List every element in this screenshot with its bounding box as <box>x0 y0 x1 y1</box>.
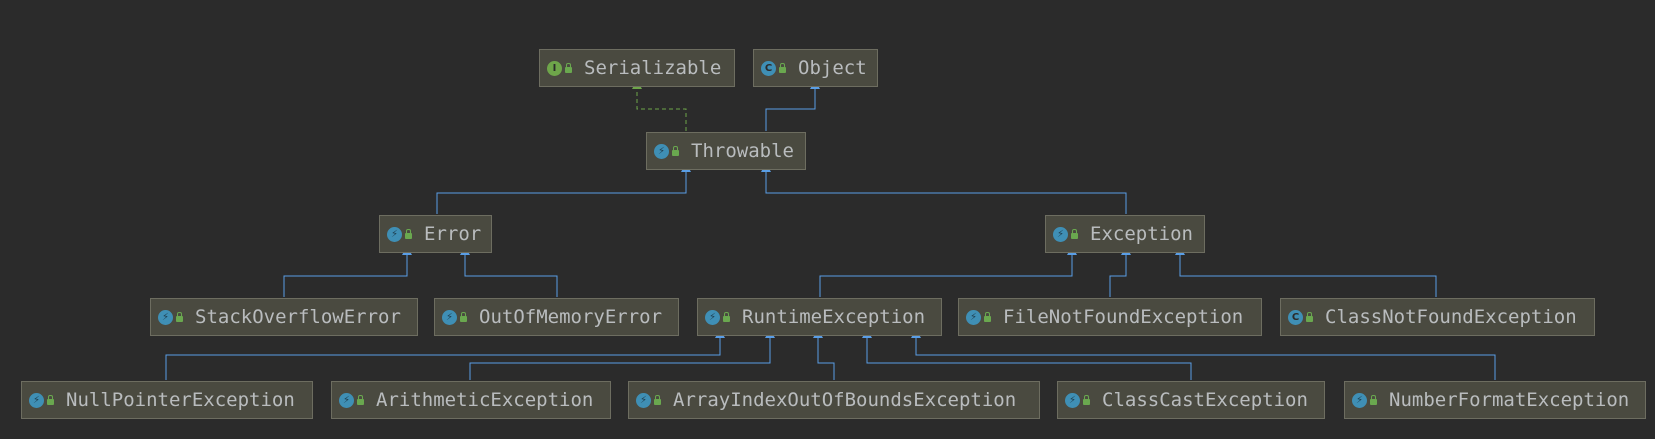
node-runtimeexception[interactable]: ⚡ RuntimeException <box>697 298 942 336</box>
edge-throwable-extends-object <box>765 80 820 131</box>
lock-icon <box>460 312 467 322</box>
node-classnotfoundexception[interactable]: C ClassNotFoundException <box>1280 298 1595 336</box>
edge-runtimeexception-extends-exception <box>819 246 1077 297</box>
lock-icon <box>176 312 183 322</box>
interface-icon: I <box>547 60 562 76</box>
node-label: StackOverflowError <box>195 306 401 328</box>
node-label: ClassNotFoundException <box>1325 306 1577 328</box>
class-icon: C <box>761 60 776 76</box>
throwable-class-icon: ⚡ <box>705 309 720 325</box>
node-filenotfoundexception[interactable]: ⚡ FileNotFoundException <box>958 298 1262 336</box>
node-label: FileNotFoundException <box>1003 306 1244 328</box>
class-icon: C <box>1288 309 1303 325</box>
edge-outofmemoryerror-extends-error <box>460 246 558 297</box>
node-object[interactable]: C Object <box>753 49 878 87</box>
lock-icon <box>654 395 661 405</box>
throwable-class-icon: ⚡ <box>29 392 44 408</box>
edge-error-extends-throwable <box>436 163 691 214</box>
edge-filenotfoundexception-extends-exception <box>1109 246 1131 297</box>
throwable-class-icon: ⚡ <box>1053 226 1068 242</box>
node-label: OutOfMemoryError <box>479 306 663 328</box>
node-nullpointerexception[interactable]: ⚡ NullPointerException <box>21 381 313 419</box>
node-exception[interactable]: ⚡ Exception <box>1045 215 1205 253</box>
node-label: ArrayIndexOutOfBoundsException <box>673 389 1017 411</box>
node-outofmemoryerror[interactable]: ⚡ OutOfMemoryError <box>434 298 679 336</box>
lock-icon <box>984 312 991 322</box>
lock-icon <box>779 63 786 73</box>
node-label: ClassCastException <box>1102 389 1308 411</box>
edge-arithmeticexception-extends-runtimeexception <box>469 329 775 380</box>
lock-icon <box>723 312 730 322</box>
node-error[interactable]: ⚡ Error <box>379 215 492 253</box>
node-label: Object <box>798 57 867 79</box>
node-label: Serializable <box>584 57 722 79</box>
edge-nullpointerexception-extends-runtimeexception <box>165 329 725 380</box>
throwable-class-icon: ⚡ <box>654 143 669 159</box>
node-label: Error <box>424 223 482 245</box>
lock-icon <box>565 63 572 73</box>
edge-numberformatexception-extends-runtimeexception <box>911 329 1496 380</box>
lock-icon <box>1370 395 1377 405</box>
node-arithmeticexception[interactable]: ⚡ ArithmeticException <box>331 381 611 419</box>
throwable-class-icon: ⚡ <box>158 309 173 325</box>
node-stackoverflowerror[interactable]: ⚡ StackOverflowError <box>150 298 418 336</box>
node-label: Exception <box>1090 223 1193 245</box>
node-label: ArithmeticException <box>376 389 594 411</box>
lock-icon <box>47 395 54 405</box>
lock-icon <box>672 146 679 156</box>
edge-exception-extends-throwable <box>761 163 1127 214</box>
throwable-class-icon: ⚡ <box>387 226 402 242</box>
node-numberformatexception[interactable]: ⚡ NumberFormatException <box>1344 381 1646 419</box>
node-arrayindexoutofboundsexception[interactable]: ⚡ ArrayIndexOutOfBoundsException <box>628 381 1040 419</box>
throwable-class-icon: ⚡ <box>339 392 354 408</box>
lock-icon <box>405 229 412 239</box>
throwable-class-icon: ⚡ <box>1352 392 1367 408</box>
throwable-class-icon: ⚡ <box>636 392 651 408</box>
node-label: RuntimeException <box>742 306 926 328</box>
edge-arrayindexoutofboundsexception-extends-runtimeexception <box>813 329 835 380</box>
edge-stackoverflowerror-extends-error <box>283 246 412 297</box>
node-label: Throwable <box>691 140 794 162</box>
node-throwable[interactable]: ⚡ Throwable <box>646 132 806 170</box>
throwable-class-icon: ⚡ <box>442 309 457 325</box>
edge-throwable-implements-serializable <box>632 80 687 131</box>
node-serializable[interactable]: I Serializable <box>539 49 735 87</box>
lock-icon <box>1306 312 1313 322</box>
throwable-class-icon: ⚡ <box>1065 392 1080 408</box>
node-label: NullPointerException <box>66 389 295 411</box>
lock-icon <box>357 395 364 405</box>
node-label: NumberFormatException <box>1389 389 1630 411</box>
throwable-class-icon: ⚡ <box>966 309 981 325</box>
lock-icon <box>1083 395 1090 405</box>
edge-classnotfoundexception-extends-exception <box>1175 246 1437 297</box>
class-hierarchy-diagram: I Serializable C Object ⚡ Throwable ⚡ Er… <box>0 0 1655 439</box>
node-classcastexception[interactable]: ⚡ ClassCastException <box>1057 381 1325 419</box>
lock-icon <box>1071 229 1078 239</box>
